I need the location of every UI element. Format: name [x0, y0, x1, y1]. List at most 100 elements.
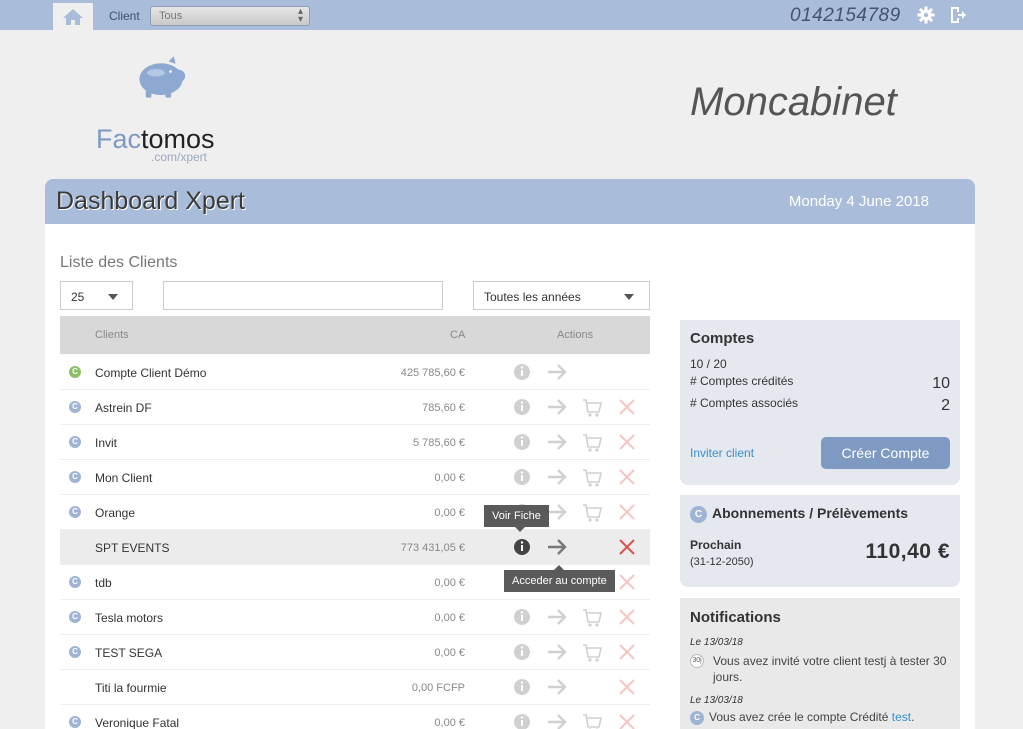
top-bar: Client Tous ▴ ▾ 0142154789: [0, 0, 1023, 30]
table-row[interactable]: C Compte Client Démo 425 785,60 €: [60, 355, 650, 390]
client-revenue: 0,00 €: [434, 612, 465, 624]
client-name[interactable]: Mon Client: [95, 471, 152, 485]
page-size-select[interactable]: 25: [60, 281, 133, 310]
delete-icon[interactable]: [618, 705, 636, 729]
client-revenue: 0,00 €: [434, 507, 465, 519]
notification-link[interactable]: test: [892, 710, 911, 724]
client-badge-icon: C: [69, 366, 81, 378]
arrow-right-icon[interactable]: [546, 530, 568, 565]
client-revenue: 0,00 €: [434, 472, 465, 484]
table-row[interactable]: C TEST SEGA 0,00 €: [60, 635, 650, 670]
table-row[interactable]: C Astrein DF 785,60 €: [60, 390, 650, 425]
info-icon[interactable]: [513, 600, 531, 635]
search-input[interactable]: [163, 281, 443, 310]
arrow-right-icon[interactable]: [546, 635, 568, 670]
info-icon[interactable]: [513, 355, 531, 390]
delete-icon[interactable]: [618, 495, 636, 530]
info-icon[interactable]: [513, 390, 531, 425]
delete-icon[interactable]: [618, 390, 636, 425]
client-select-value: Tous: [159, 10, 183, 22]
client-name[interactable]: Invit: [95, 436, 117, 450]
arrow-right-icon[interactable]: [546, 390, 568, 425]
info-icon[interactable]: [513, 705, 531, 729]
logo-subtitle: .com/xpert: [151, 150, 208, 164]
arrow-right-icon[interactable]: [546, 670, 568, 705]
home-icon: [63, 8, 83, 25]
delete-icon[interactable]: [618, 600, 636, 635]
client-name[interactable]: Astrein DF: [95, 401, 152, 415]
gear-icon[interactable]: [917, 6, 935, 24]
delete-icon[interactable]: [618, 565, 636, 600]
table-row[interactable]: C Orange 0,00 €: [60, 495, 650, 530]
cart-icon[interactable]: [582, 460, 602, 495]
info-icon[interactable]: [513, 425, 531, 460]
select-arrows-icon: ▴ ▾: [297, 6, 303, 25]
clients-table-header: Clients CA Actions: [60, 316, 650, 354]
delete-icon[interactable]: [618, 425, 636, 460]
home-button[interactable]: [53, 3, 93, 30]
arrow-right-icon[interactable]: [546, 355, 568, 390]
arrow-right-icon[interactable]: [546, 600, 568, 635]
column-header-ca[interactable]: CA: [450, 329, 465, 341]
delete-icon[interactable]: [618, 635, 636, 670]
associated-accounts-value: 2: [941, 397, 950, 414]
cart-icon[interactable]: [582, 705, 602, 729]
client-name[interactable]: Veronique Fatal: [95, 716, 179, 729]
arrow-right-icon[interactable]: [546, 425, 568, 460]
notification-text: Vous avez invité votre client testj à te…: [713, 654, 947, 684]
client-name[interactable]: SPT EVENTS: [95, 541, 169, 555]
subscription-badge-icon: C: [690, 506, 707, 523]
client-label: Client: [109, 9, 140, 23]
create-account-button[interactable]: Créer Compte: [821, 437, 950, 469]
invite-client-link[interactable]: Inviter client: [690, 446, 754, 460]
client-revenue: 0,00 FCFP: [411, 682, 465, 694]
table-row[interactable]: SPT EVENTS 773 431,05 €: [60, 530, 650, 565]
client-badge-icon: C: [69, 576, 81, 588]
table-row[interactable]: C Tesla motors 0,00 €: [60, 600, 650, 635]
client-revenue: 425 785,60 €: [400, 367, 465, 379]
info-icon[interactable]: [513, 530, 531, 565]
client-name[interactable]: Titi la fourmie: [95, 681, 167, 695]
info-icon[interactable]: [513, 635, 531, 670]
client-select[interactable]: Tous ▴ ▾: [150, 6, 310, 26]
phone-number: 0142154789: [790, 5, 901, 26]
client-revenue: 0,00 €: [434, 577, 465, 589]
client-name[interactable]: Tesla motors: [95, 611, 163, 625]
delete-icon[interactable]: [618, 460, 636, 495]
associated-accounts-label: # Comptes associés: [690, 396, 799, 410]
clients-list-title: Liste des Clients: [60, 254, 178, 271]
info-icon[interactable]: [513, 460, 531, 495]
cabinet-name: Moncabinet: [690, 80, 897, 124]
arrow-right-icon[interactable]: [546, 705, 568, 729]
credited-accounts-label: # Comptes crédités: [690, 374, 794, 388]
chevron-down-icon: [624, 294, 634, 300]
year-filter-select[interactable]: Toutes les années: [473, 281, 650, 310]
next-payment-amount: 110,40 €: [865, 540, 950, 563]
notification-text-suffix: .: [911, 710, 915, 724]
table-row[interactable]: C Invit 5 785,60 €: [60, 425, 650, 460]
logout-icon[interactable]: [949, 6, 967, 24]
cart-icon[interactable]: [582, 635, 602, 670]
client-name[interactable]: TEST SEGA: [95, 646, 162, 660]
client-badge-icon: C: [69, 436, 81, 448]
client-badge-icon: C: [69, 716, 81, 728]
cart-icon[interactable]: [582, 390, 602, 425]
cart-icon[interactable]: [582, 600, 602, 635]
arrow-right-icon[interactable]: [546, 495, 568, 530]
column-header-clients[interactable]: Clients: [95, 329, 129, 341]
client-name[interactable]: tdb: [95, 576, 112, 590]
tooltip-acceder-compte: Acceder au compte: [504, 565, 615, 592]
table-row[interactable]: C Mon Client 0,00 €: [60, 460, 650, 495]
table-row[interactable]: Titi la fourmie 0,00 FCFP: [60, 670, 650, 705]
cart-icon[interactable]: [582, 425, 602, 460]
delete-icon[interactable]: [618, 530, 636, 565]
info-icon[interactable]: [513, 670, 531, 705]
client-name[interactable]: Orange: [95, 506, 135, 520]
delete-icon[interactable]: [618, 670, 636, 705]
dashboard-header: Dashboard Xpert Monday 4 June 2018: [45, 179, 975, 224]
table-row[interactable]: C Veronique Fatal 0,00 €: [60, 705, 650, 729]
client-name[interactable]: Compte Client Démo: [95, 366, 206, 380]
notifications-card: Notifications Le 13/03/18 30j Vous avez …: [680, 598, 960, 729]
arrow-right-icon[interactable]: [546, 460, 568, 495]
cart-icon[interactable]: [582, 495, 602, 530]
